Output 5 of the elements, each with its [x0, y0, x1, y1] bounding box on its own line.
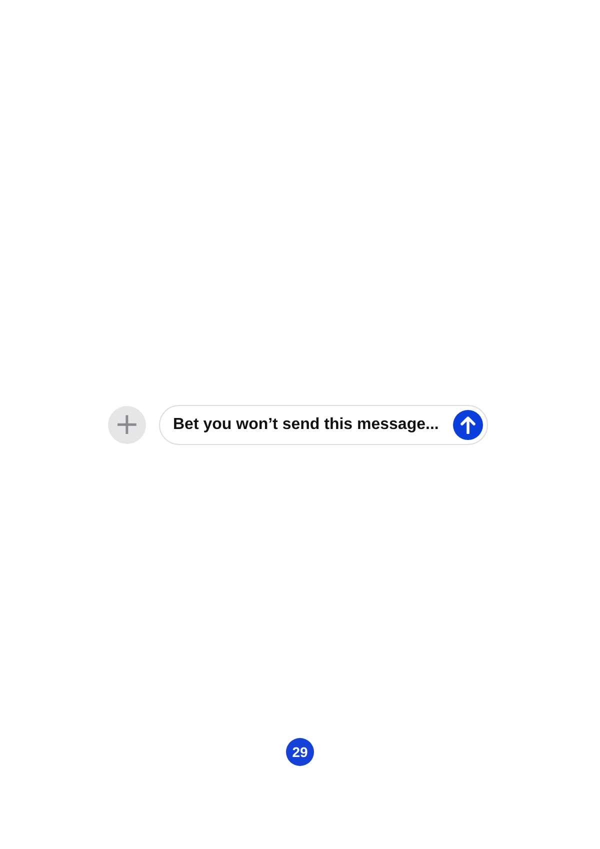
arrow-up-icon	[460, 416, 476, 434]
page-number: 29	[286, 738, 314, 766]
message-field[interactable]: Bet you won’t send this message...	[159, 405, 488, 445]
send-button[interactable]	[453, 410, 483, 440]
message-text: Bet you won’t send this message...	[173, 416, 439, 434]
